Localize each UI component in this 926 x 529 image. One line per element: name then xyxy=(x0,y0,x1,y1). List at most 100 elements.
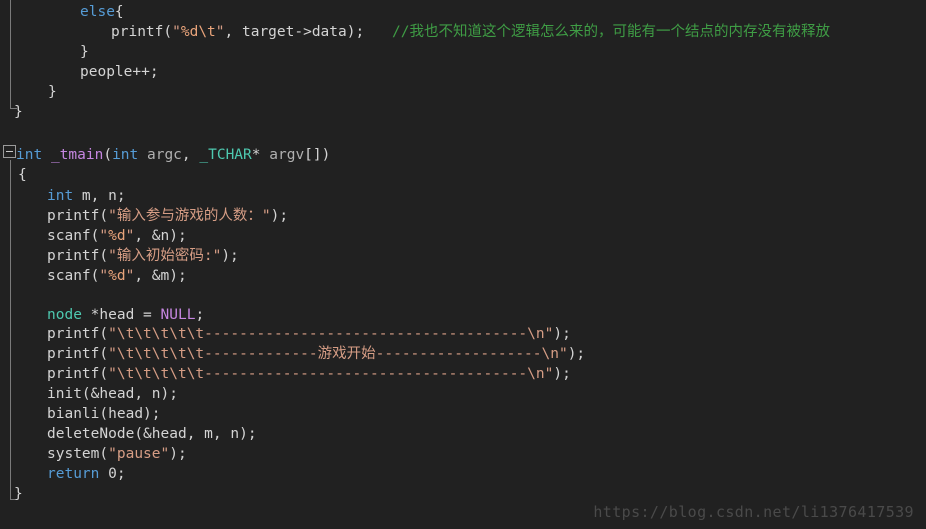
code-token-punc: * xyxy=(81,307,100,323)
code-token-punc: []) xyxy=(304,147,331,163)
code-token-punc: , xyxy=(224,24,242,40)
code-token-punc: ( xyxy=(99,248,109,264)
code-line[interactable]: scanf("%d", &m); xyxy=(0,266,187,286)
code-token-fn: NULL xyxy=(160,307,196,323)
code-line[interactable]: } xyxy=(0,42,89,62)
code-token-str: " xyxy=(99,268,109,284)
code-token-pln: 0 xyxy=(99,466,117,482)
code-token-typ: node xyxy=(47,307,82,323)
code-token-punc: ( xyxy=(81,386,91,402)
code-line[interactable]: { xyxy=(0,165,27,185)
code-token-pln xyxy=(42,147,51,163)
code-token-str: " xyxy=(215,24,225,40)
code-token-punc: { xyxy=(114,4,124,20)
code-line[interactable]: int _tmain(int argc, _TCHAR* argv[]) xyxy=(0,145,330,165)
code-token-str: "\t\t\t\t\t-----------------------------… xyxy=(108,366,554,382)
code-token-pln: &n xyxy=(151,228,170,244)
code-token-punc: ( xyxy=(99,446,109,462)
code-token-esc: %d xyxy=(108,268,126,284)
code-token-punc: , xyxy=(186,426,205,442)
code-token-kw: int xyxy=(16,147,43,163)
code-token-punc: ( xyxy=(99,406,109,422)
code-token-pln: init xyxy=(47,386,82,402)
code-token-punc: ( xyxy=(134,426,144,442)
code-token-punc: ); xyxy=(239,426,257,442)
code-token-punc: ; xyxy=(149,64,159,80)
code-token-pln: printf xyxy=(47,208,100,224)
code-token-punc: , xyxy=(134,386,152,402)
code-line[interactable]: } xyxy=(0,484,23,504)
code-line[interactable]: int m, n; xyxy=(0,186,126,206)
code-token-pln: head xyxy=(99,307,135,323)
code-line[interactable]: people++; xyxy=(0,62,159,82)
code-token-punc: ); xyxy=(270,208,289,224)
code-line[interactable]: scanf("%d", &n); xyxy=(0,226,187,246)
code-line[interactable]: return 0; xyxy=(0,464,126,484)
code-token-punc: ); xyxy=(160,386,178,402)
code-token-punc: ( xyxy=(99,326,109,342)
code-token-str: "输入参与游戏的人数：" xyxy=(108,208,271,224)
code-line[interactable]: printf("输入参与游戏的人数："); xyxy=(0,206,288,226)
code-token-pln: n xyxy=(230,426,240,442)
code-line[interactable]: printf("\t\t\t\t\t----------------------… xyxy=(0,324,571,344)
code-token-punc: ); xyxy=(169,228,187,244)
code-token-pln: &head xyxy=(90,386,135,402)
code-token-pln: system xyxy=(47,446,100,462)
code-token-punc: , xyxy=(90,188,109,204)
code-token-pln: target->data xyxy=(241,24,347,40)
code-token-pln: printf xyxy=(47,326,100,342)
code-editor-window: else{printf("%d\t", target->data);//我也不知… xyxy=(0,0,926,529)
code-line[interactable]: } xyxy=(0,102,23,122)
code-token-str: "pause" xyxy=(108,446,170,462)
code-token-punc: , xyxy=(181,147,200,163)
code-token-punc: ; xyxy=(116,188,126,204)
code-token-punc: } xyxy=(14,486,23,502)
code-line[interactable]: bianli(head); xyxy=(0,404,161,424)
code-token-pln: printf xyxy=(47,346,100,362)
code-token-str: "输入初始密码:" xyxy=(108,248,222,264)
code-line[interactable]: node *head = NULL; xyxy=(0,305,204,325)
code-token-punc: ); xyxy=(567,346,586,362)
code-token-punc: ); xyxy=(143,406,161,422)
code-token-punc: ; xyxy=(116,466,126,482)
code-token-pln: m xyxy=(73,188,91,204)
code-token-punc: ( xyxy=(99,346,109,362)
code-line[interactable]: printf("\t\t\t\t\t----------------------… xyxy=(0,364,571,384)
code-token-pln: printf xyxy=(111,24,164,40)
code-token-pln: printf xyxy=(47,248,100,264)
code-token-punc: ); xyxy=(169,446,187,462)
code-line[interactable]: } xyxy=(0,82,57,102)
code-token-punc: ( xyxy=(103,147,113,163)
code-token-dim: argc xyxy=(138,147,182,163)
code-token-punc: ); xyxy=(553,366,571,382)
code-token-kw: return xyxy=(47,466,100,482)
code-token-pln: &m xyxy=(151,268,170,284)
code-token-pln: n xyxy=(151,386,161,402)
code-token-kw: int xyxy=(47,188,74,204)
code-token-punc: } xyxy=(14,104,23,120)
code-token-punc: , xyxy=(212,426,231,442)
code-token-punc: ); xyxy=(553,326,571,342)
code-token-pln: scanf xyxy=(47,228,91,244)
code-token-punc: * xyxy=(251,147,270,163)
code-line[interactable]: else{ xyxy=(0,2,124,22)
code-line[interactable]: printf("%d\t", target->data);//我也不知道这个逻辑… xyxy=(0,22,830,42)
code-token-esc: %d\t xyxy=(180,24,216,40)
code-token-pln: scanf xyxy=(47,268,91,284)
code-text-surface[interactable]: else{printf("%d\t", target->data);//我也不知… xyxy=(0,0,926,529)
code-token-pln: m xyxy=(204,426,213,442)
code-line[interactable]: printf("输入初始密码:"); xyxy=(0,246,239,266)
code-token-pln: &head xyxy=(143,426,187,442)
code-token-punc: , xyxy=(134,228,152,244)
code-token-pln: n xyxy=(108,188,117,204)
code-token-pln: printf xyxy=(47,366,100,382)
code-token-punc: } xyxy=(80,44,89,60)
code-token-punc: ( xyxy=(99,366,109,382)
code-token-pln: people++ xyxy=(80,64,150,80)
code-token-punc: { xyxy=(18,167,27,183)
code-line[interactable]: system("pause"); xyxy=(0,444,187,464)
code-line[interactable]: deleteNode(&head, m, n); xyxy=(0,424,257,444)
code-line[interactable]: printf("\t\t\t\t\t-------------游戏开始-----… xyxy=(0,344,585,364)
code-line[interactable]: init(&head, n); xyxy=(0,384,178,404)
code-token-punc: } xyxy=(48,84,57,100)
